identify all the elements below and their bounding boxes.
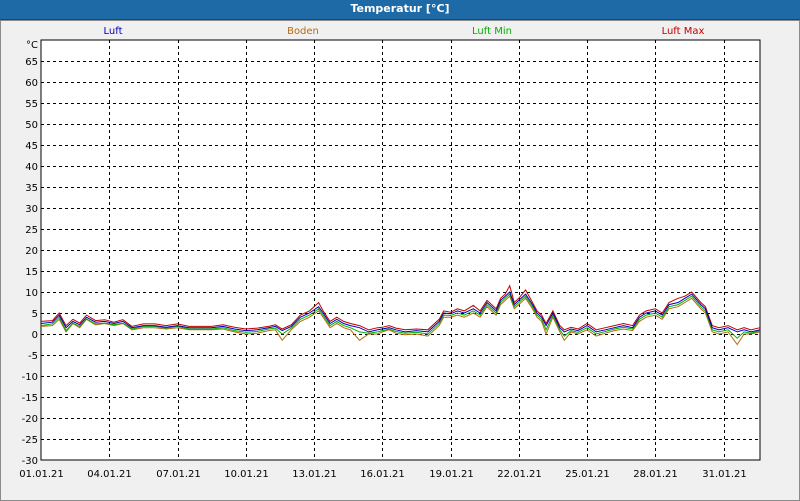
x-tick-label: 22.01.21 (497, 469, 542, 480)
x-tick-label: 07.01.21 (156, 469, 201, 480)
x-tick-label: 25.01.21 (565, 469, 610, 480)
y-tick-label: -25 (22, 435, 38, 446)
x-tick-label: 31.01.21 (702, 469, 747, 480)
y-tick-label: 45 (25, 141, 38, 152)
x-tick-label: 04.01.21 (87, 469, 132, 480)
legend-entry-luft: Luft (104, 26, 123, 37)
y-axis-unit-label: °C (26, 40, 38, 51)
y-tick-label: -5 (28, 351, 38, 362)
temperature-chart: 65605550454035302520151050-5-10-15-20-25… (19, 26, 761, 480)
y-tick-label: 35 (25, 183, 38, 194)
plot-area (40, 39, 761, 461)
y-tick-label: 30 (25, 204, 38, 215)
x-tick-label: 19.01.21 (429, 469, 474, 480)
y-tick-label: -15 (22, 393, 38, 404)
y-tick-label: 20 (25, 246, 38, 257)
y-tick-label: 60 (25, 78, 38, 89)
x-tick-label: 16.01.21 (360, 469, 405, 480)
y-tick-label: -10 (22, 372, 38, 383)
y-tick-label: 5 (32, 309, 38, 320)
legend-entry-luft-max: Luft Max (662, 26, 705, 37)
y-tick-label: 10 (25, 288, 38, 299)
y-tick-label: 65 (25, 57, 38, 68)
x-tick-label: 01.01.21 (19, 469, 64, 480)
y-tick-label: 0 (32, 330, 38, 341)
y-tick-label: 40 (25, 162, 38, 173)
x-tick-label: 13.01.21 (292, 469, 337, 480)
legend-entry-luft-min: Luft Min (472, 26, 512, 37)
y-tick-label: 25 (25, 225, 38, 236)
x-tick-label: 28.01.21 (633, 469, 678, 480)
y-tick-label: -30 (22, 456, 38, 467)
y-tick-label: 50 (25, 120, 38, 131)
x-tick-label: 10.01.21 (224, 469, 269, 480)
y-tick-label: -20 (22, 414, 38, 425)
legend-entry-boden: Boden (287, 26, 319, 37)
y-tick-label: 55 (25, 99, 38, 110)
y-tick-label: 15 (25, 267, 38, 278)
